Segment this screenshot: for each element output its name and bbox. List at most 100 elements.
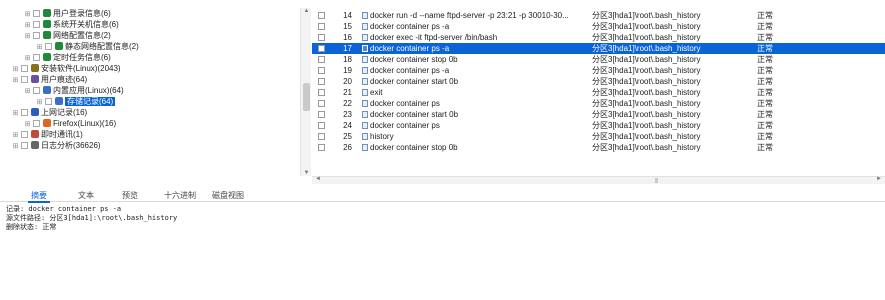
table-row[interactable]: 17 docker container ps -a 分区3[hda1]\root\.…: [312, 43, 885, 54]
tree-item-label: 上网记录(16): [41, 108, 88, 117]
expand-icon[interactable]: ⊞: [12, 141, 19, 152]
table-row[interactable]: 21 exit 分区3[hda1]\root\.bash_history 正常: [312, 87, 885, 98]
tree-item[interactable]: ⊞ 上网记录(16): [12, 107, 87, 118]
file-icon: [362, 23, 368, 30]
row-checkbox[interactable]: [318, 89, 325, 96]
tree-checkbox[interactable]: [45, 43, 52, 50]
scroll-right-arrow-icon[interactable]: ►: [876, 176, 882, 182]
table-row[interactable]: 15 docker container ps -a 分区3[hda1]\root\.…: [312, 21, 885, 32]
row-number: 26: [343, 143, 352, 152]
status-cell: 正常: [757, 99, 773, 108]
row-checkbox[interactable]: [318, 67, 325, 74]
file-icon: [362, 67, 368, 74]
tree-checkbox[interactable]: [21, 109, 28, 116]
tree-vertical-scrollbar[interactable]: ▲ ▼: [300, 8, 311, 176]
status-cell: 正常: [757, 121, 773, 130]
tab-item[interactable]: 十六进制: [164, 190, 196, 202]
tree-item[interactable]: ⊞ 内置应用(Linux)(64): [24, 85, 124, 96]
category-icon: [55, 42, 63, 50]
tree-checkbox[interactable]: [21, 142, 28, 149]
table-row[interactable]: 25 history 分区3[hda1]\root\.bash_history 正常: [312, 131, 885, 142]
table-row[interactable]: 18 docker container stop 0b 分区3[hda1]\root…: [312, 54, 885, 65]
tree-checkbox[interactable]: [21, 65, 28, 72]
row-checkbox[interactable]: [318, 100, 325, 107]
row-checkbox[interactable]: [318, 78, 325, 85]
command-cell: docker container start 0b: [370, 110, 459, 119]
row-checkbox[interactable]: [318, 111, 325, 118]
expand-icon[interactable]: ⊞: [12, 75, 19, 86]
command-cell: docker container ps -a: [370, 22, 450, 31]
tree-item[interactable]: ⊞ 日志分析(36626): [12, 140, 101, 151]
row-number: 19: [343, 66, 352, 75]
scroll-down-arrow-icon[interactable]: ▼: [301, 170, 312, 176]
row-number: 21: [343, 88, 352, 97]
row-checkbox[interactable]: [318, 23, 325, 30]
source-path-cell: 分区3[hda1]\root\.bash_history: [592, 132, 701, 141]
command-cell: docker container ps: [370, 99, 440, 108]
tree-item[interactable]: ⊞ 存储记录(64): [36, 96, 116, 107]
tab-item[interactable]: 摘要: [28, 190, 50, 203]
tree-checkbox[interactable]: [33, 10, 40, 17]
category-icon: [43, 31, 51, 39]
table-row[interactable]: 23 docker container start 0b 分区3[hda1]\roo…: [312, 109, 885, 120]
scroll-up-arrow-icon[interactable]: ▲: [301, 8, 312, 14]
expand-icon[interactable]: ⊞: [24, 86, 31, 97]
tab-item[interactable]: 预览: [122, 190, 138, 202]
expand-icon[interactable]: ⊞: [24, 31, 31, 42]
tree-item-label: 日志分析(36626): [41, 141, 101, 150]
tree-checkbox[interactable]: [45, 98, 52, 105]
row-number: 23: [343, 110, 352, 119]
table-row[interactable]: 14 docker run -d --name ftpd-server -p 23…: [312, 10, 885, 21]
tree-item-label: 系统开关机信息(6): [53, 20, 119, 29]
file-icon: [362, 122, 368, 129]
tree-item[interactable]: ⊞ 即时通讯(1): [12, 129, 83, 140]
tree-checkbox[interactable]: [21, 76, 28, 83]
command-cell: docker container stop 0b: [370, 143, 458, 152]
evidence-tree[interactable]: ⊞ 用户登录信息(6) ⊞ 系统开关机信息(6) ⊞ 网络配置信息(2) ⊞ 静态网络配置信息…: [0, 8, 300, 176]
row-checkbox[interactable]: [318, 122, 325, 129]
command-cell: docker container ps: [370, 121, 440, 130]
command-cell: docker run -d --name ftpd-server -p 23:2…: [370, 11, 569, 20]
row-checkbox[interactable]: [318, 133, 325, 140]
tab-item[interactable]: 磁盘视图: [212, 190, 244, 202]
source-path-cell: 分区3[hda1]\root\.bash_history: [592, 22, 701, 31]
source-path-cell: 分区3[hda1]\root\.bash_history: [592, 33, 701, 42]
tree-checkbox[interactable]: [33, 21, 40, 28]
tree-item[interactable]: ⊞ 静态网络配置信息(2): [36, 41, 139, 52]
file-icon: [362, 144, 368, 151]
row-checkbox[interactable]: [318, 144, 325, 151]
scroll-left-arrow-icon[interactable]: ◄: [315, 176, 321, 182]
table-row[interactable]: 16 docker exec -it ftpd-server /bin/bash 分…: [312, 32, 885, 43]
source-path-cell: 分区3[hda1]\root\.bash_history: [592, 44, 701, 53]
tree-checkbox[interactable]: [33, 120, 40, 127]
tree-checkbox[interactable]: [33, 54, 40, 61]
tree-item[interactable]: ⊞ 安装软件(Linux)(2043): [12, 63, 121, 74]
tree-item[interactable]: ⊞ 系统开关机信息(6): [24, 19, 119, 30]
command-cell: history: [370, 132, 394, 141]
status-cell: 正常: [757, 132, 773, 141]
table-row[interactable]: 20 docker container start 0b 分区3[hda1]\roo…: [312, 76, 885, 87]
row-checkbox[interactable]: [318, 45, 325, 52]
expand-icon[interactable]: ⊞: [12, 108, 19, 119]
tree-checkbox[interactable]: [33, 32, 40, 39]
row-checkbox[interactable]: [318, 56, 325, 63]
tree-item[interactable]: ⊞ Firefox(Linux)(16): [24, 118, 116, 129]
scroll-thumb[interactable]: [303, 83, 310, 111]
tree-item[interactable]: ⊞ 定时任务信息(6): [24, 52, 111, 63]
table-row[interactable]: 24 docker container ps 分区3[hda1]\root\.bas…: [312, 120, 885, 131]
tree-checkbox[interactable]: [33, 87, 40, 94]
scroll-thumb[interactable]: [655, 178, 658, 183]
status-cell: 正常: [757, 66, 773, 75]
tree-item[interactable]: ⊞ 用户登录信息(6): [24, 8, 111, 19]
tree-checkbox[interactable]: [21, 131, 28, 138]
table-row[interactable]: 22 docker container ps 分区3[hda1]\root\.bas…: [312, 98, 885, 109]
records-grid: 14 docker run -d --name ftpd-server -p 23…: [312, 8, 885, 176]
row-checkbox[interactable]: [318, 34, 325, 41]
table-row[interactable]: 26 docker container stop 0b 分区3[hda1]\root…: [312, 142, 885, 153]
row-checkbox[interactable]: [318, 12, 325, 19]
grid-horizontal-scrollbar[interactable]: ◄ ►: [312, 176, 885, 184]
tab-item[interactable]: 文本: [78, 190, 94, 202]
tree-item[interactable]: ⊞ 用户痕迹(64): [12, 74, 87, 85]
table-row[interactable]: 19 docker container ps -a 分区3[hda1]\root\.…: [312, 65, 885, 76]
tree-item[interactable]: ⊞ 网络配置信息(2): [24, 30, 111, 41]
